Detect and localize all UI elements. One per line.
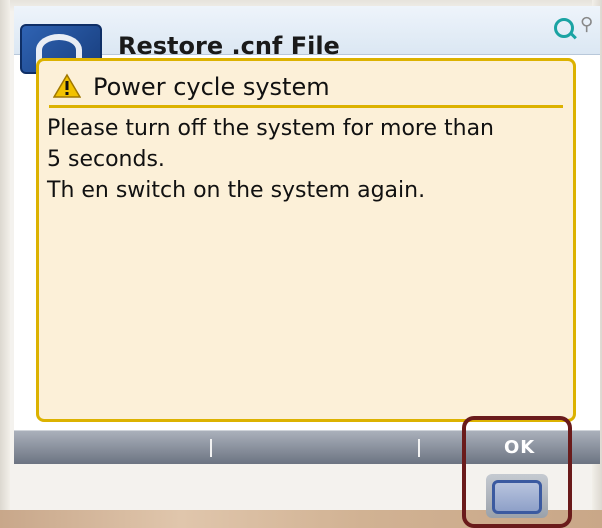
highlight-box xyxy=(462,416,572,528)
title-bar: Restore .cnf File ⚲ xyxy=(14,6,600,74)
dialog-header: Power cycle system xyxy=(49,69,563,108)
dialog-message-line: Please turn off the system for more than xyxy=(47,116,495,141)
device-screen: Restore .cnf File ⚲ Power cycle system P… xyxy=(14,6,600,464)
dialog-message-line: 5 seconds. xyxy=(47,147,165,172)
power-cycle-dialog: Power cycle system Please turn off the s… xyxy=(36,58,576,422)
frame-left xyxy=(0,0,10,528)
search-icon[interactable] xyxy=(554,18,574,38)
dialog-message: Please turn off the system for more than… xyxy=(47,113,567,206)
user-icon[interactable]: ⚲ xyxy=(580,14,598,36)
softkey-divider xyxy=(210,439,212,457)
window-title: Restore .cnf File xyxy=(118,32,340,60)
dialog-message-line: Th en switch on the system again. xyxy=(47,178,426,203)
dialog-title: Power cycle system xyxy=(93,73,330,101)
warning-icon xyxy=(53,73,81,98)
softkey-divider xyxy=(418,439,420,457)
